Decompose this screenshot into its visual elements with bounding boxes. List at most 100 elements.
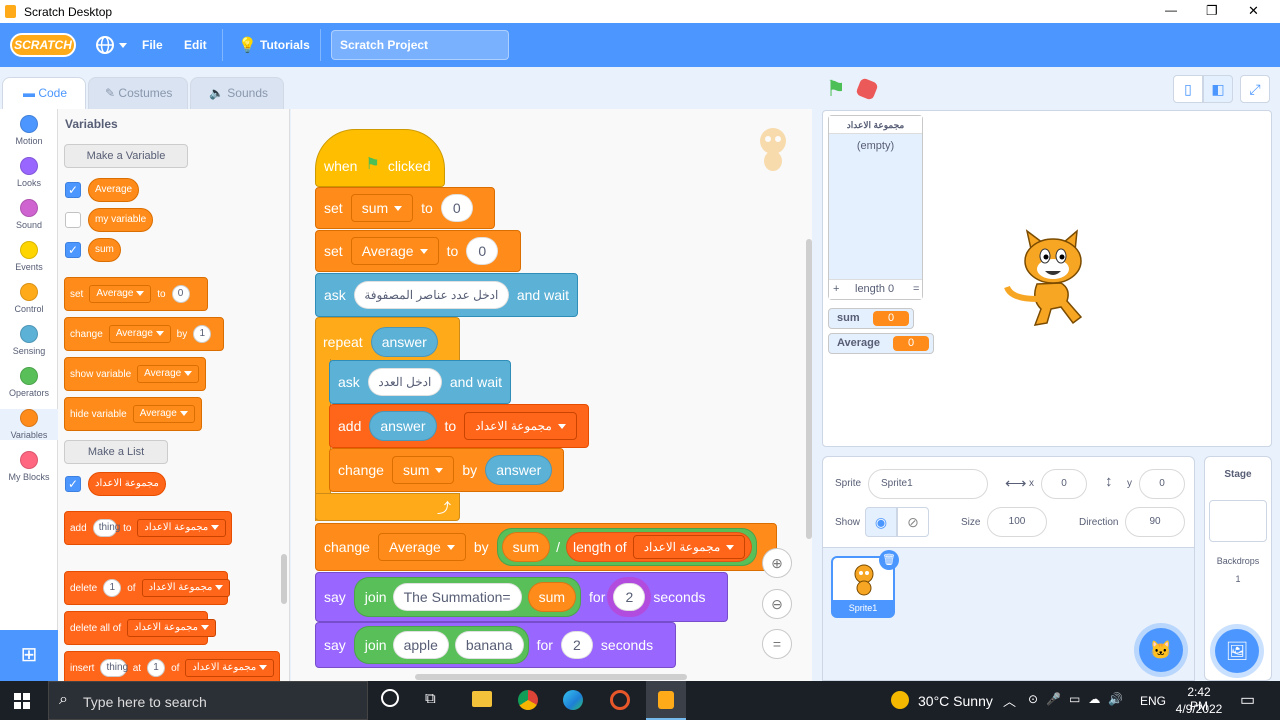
join-input-a[interactable]: apple — [392, 631, 449, 659]
value-input[interactable]: 0 — [466, 237, 499, 265]
show-variable-block[interactable]: show variable Average — [64, 357, 206, 391]
value-input[interactable]: 0 — [440, 194, 473, 222]
set-variable-block[interactable]: set Average to 0 — [64, 277, 208, 311]
set-average-block[interactable]: set Average to 0 — [315, 230, 521, 272]
category-sound[interactable]: Sound — [0, 199, 58, 230]
hide-variable-block[interactable]: hide variable Average — [64, 397, 202, 431]
maximize-button[interactable]: ❐ — [1206, 3, 1218, 19]
ask-and-wait-block[interactable]: ask ادخل عدد عناصر المصفوفة and wait — [315, 273, 578, 317]
stage-thumbnail[interactable] — [1209, 500, 1267, 542]
close-button[interactable]: ✕ — [1248, 3, 1259, 19]
delete-of-list-block[interactable]: delete 1 of مجموعة الاعداد — [64, 571, 231, 605]
make-list-button[interactable]: Make a List — [64, 440, 168, 464]
list-reporter[interactable]: مجموعة الاعداد — [88, 472, 166, 496]
scratch-taskbar-icon[interactable] — [646, 681, 686, 720]
sum-reporter[interactable]: sum — [501, 532, 551, 562]
add-backdrop-button[interactable]: 🖼 — [1215, 629, 1259, 673]
join-operator[interactable]: join The Summation= sum — [353, 577, 582, 617]
x-input[interactable]: 0 — [1041, 469, 1087, 499]
variable-checkbox-average[interactable]: ✓ — [65, 182, 81, 198]
category-variables[interactable]: Variables — [0, 409, 58, 440]
change-variable-block[interactable]: change Average by 1 — [64, 317, 224, 351]
zoom-in-icon[interactable]: ⊕ — [762, 548, 792, 578]
list-resize-handle[interactable]: = — [913, 283, 919, 295]
variable-dropdown[interactable]: sum — [350, 194, 414, 222]
palette-scrollbar[interactable] — [281, 554, 287, 604]
variable-reporter-average[interactable]: Average — [88, 178, 140, 202]
variable-reporter-sum[interactable]: sum — [88, 238, 121, 262]
variable-dropdown[interactable]: Average — [89, 285, 152, 303]
windows-start-icon[interactable] — [14, 693, 30, 709]
y-input[interactable]: 0 — [1139, 469, 1185, 499]
ask-and-wait-block-inner[interactable]: ask ادخل العدد and wait — [329, 360, 511, 404]
list-dropdown[interactable]: مجموعة الاعداد — [632, 535, 746, 559]
index-input[interactable]: 1 — [147, 659, 166, 677]
category-sensing[interactable]: Sensing — [0, 325, 58, 356]
delete-sprite-icon[interactable]: 🗑 — [879, 550, 899, 570]
weather-text[interactable]: 30°C Sunny — [918, 693, 993, 709]
length-of-list-reporter[interactable]: length of مجموعة الاعداد — [565, 532, 753, 562]
question-input[interactable]: ادخل العدد — [367, 368, 442, 396]
list-dropdown[interactable]: مجموعة الاعداد — [464, 412, 577, 440]
variable-dropdown[interactable]: Average — [137, 365, 200, 383]
sprite-name-input[interactable]: Sprite1 — [868, 469, 988, 499]
category-motion[interactable]: Motion — [0, 115, 58, 146]
file-menu[interactable]: File — [142, 23, 163, 67]
variable-dropdown[interactable]: Average — [108, 325, 171, 343]
tutorials-button[interactable]: Tutorials — [260, 23, 310, 67]
large-stage-button[interactable]: ◧ — [1203, 75, 1233, 103]
list-dropdown[interactable]: مجموعة الاعداد — [137, 519, 226, 537]
when-flag-clicked-block[interactable]: when ⚑ clicked — [315, 129, 445, 187]
list-checkbox[interactable]: ✓ — [65, 476, 81, 492]
list-dropdown[interactable]: مجموعة الاعداد — [185, 659, 274, 677]
chevron-up-icon[interactable]: ︿ — [1003, 691, 1016, 710]
join-operator[interactable]: join apple banana — [353, 626, 529, 664]
language-indicator[interactable]: ENG — [1140, 694, 1166, 708]
clock-date[interactable]: 4/9/2022 — [1174, 702, 1224, 716]
variable-monitor-sum[interactable]: sum 0 — [828, 308, 914, 329]
minimize-button[interactable]: — — [1165, 3, 1177, 17]
answer-reporter[interactable]: answer — [485, 455, 553, 485]
small-stage-button[interactable]: ▯ — [1173, 75, 1203, 103]
list-add-button[interactable]: + — [833, 283, 839, 295]
cortana-icon[interactable] — [381, 689, 399, 707]
add-to-list-block[interactable]: add answer to مجموعة الاعداد — [329, 404, 589, 448]
answer-reporter[interactable]: answer — [369, 411, 437, 441]
sum-reporter[interactable]: sum — [527, 582, 577, 612]
fullscreen-button[interactable]: ⤢ — [1240, 75, 1270, 103]
item-input[interactable]: thing — [100, 659, 128, 677]
category-looks[interactable]: Looks — [0, 157, 58, 188]
category-my-blocks[interactable]: My Blocks — [0, 451, 58, 482]
size-input[interactable]: 100 — [987, 507, 1047, 537]
tab-costumes[interactable]: ✎ Costumes — [88, 77, 188, 109]
show-visible-button[interactable]: ◉ — [865, 507, 897, 537]
edge-icon[interactable] — [563, 690, 583, 710]
green-flag-icon[interactable]: ⚑ — [826, 76, 846, 102]
variable-monitor-average[interactable]: Average 0 — [828, 333, 934, 354]
seconds-input[interactable]: 2 — [613, 583, 646, 611]
add-to-list-block[interactable]: add thing to مجموعة الاعداد — [64, 511, 232, 545]
answer-reporter[interactable]: answer — [370, 327, 438, 357]
task-view-icon[interactable]: ⧉ — [425, 690, 436, 707]
scratch-logo[interactable]: SCRATCH — [10, 33, 76, 57]
variable-dropdown[interactable]: sum — [391, 456, 455, 484]
script-area[interactable]: when ⚑ clicked set sum to 0 set Average … — [291, 109, 812, 681]
delete-all-block[interactable]: delete all of مجموعة الاعداد — [64, 611, 216, 645]
variable-dropdown[interactable]: Average — [377, 533, 466, 561]
direction-input[interactable]: 90 — [1125, 507, 1185, 537]
list-monitor[interactable]: مجموعة الاعداد (empty) + length 0 = — [828, 115, 923, 300]
add-sprite-button[interactable]: 🐱 — [1139, 628, 1183, 672]
variable-dropdown[interactable]: Average — [350, 237, 439, 265]
variable-dropdown[interactable]: Average — [132, 405, 195, 423]
list-dropdown[interactable]: مجموعة الاعداد — [127, 619, 216, 637]
category-events[interactable]: Events — [0, 241, 58, 272]
variable-reporter-my-variable[interactable]: my variable — [88, 208, 154, 232]
show-hidden-button[interactable]: ⊘ — [897, 507, 929, 537]
edit-menu[interactable]: Edit — [184, 23, 207, 67]
change-average-block[interactable]: change Average by sum / length of مجموعة… — [315, 523, 777, 571]
divide-operator[interactable]: sum / length of مجموعة الاعداد — [496, 528, 758, 566]
tab-code[interactable]: ▬ Code — [2, 77, 86, 109]
stop-icon[interactable] — [855, 77, 879, 101]
chrome-icon[interactable] — [518, 690, 538, 710]
script-vertical-scrollbar[interactable] — [806, 239, 812, 539]
